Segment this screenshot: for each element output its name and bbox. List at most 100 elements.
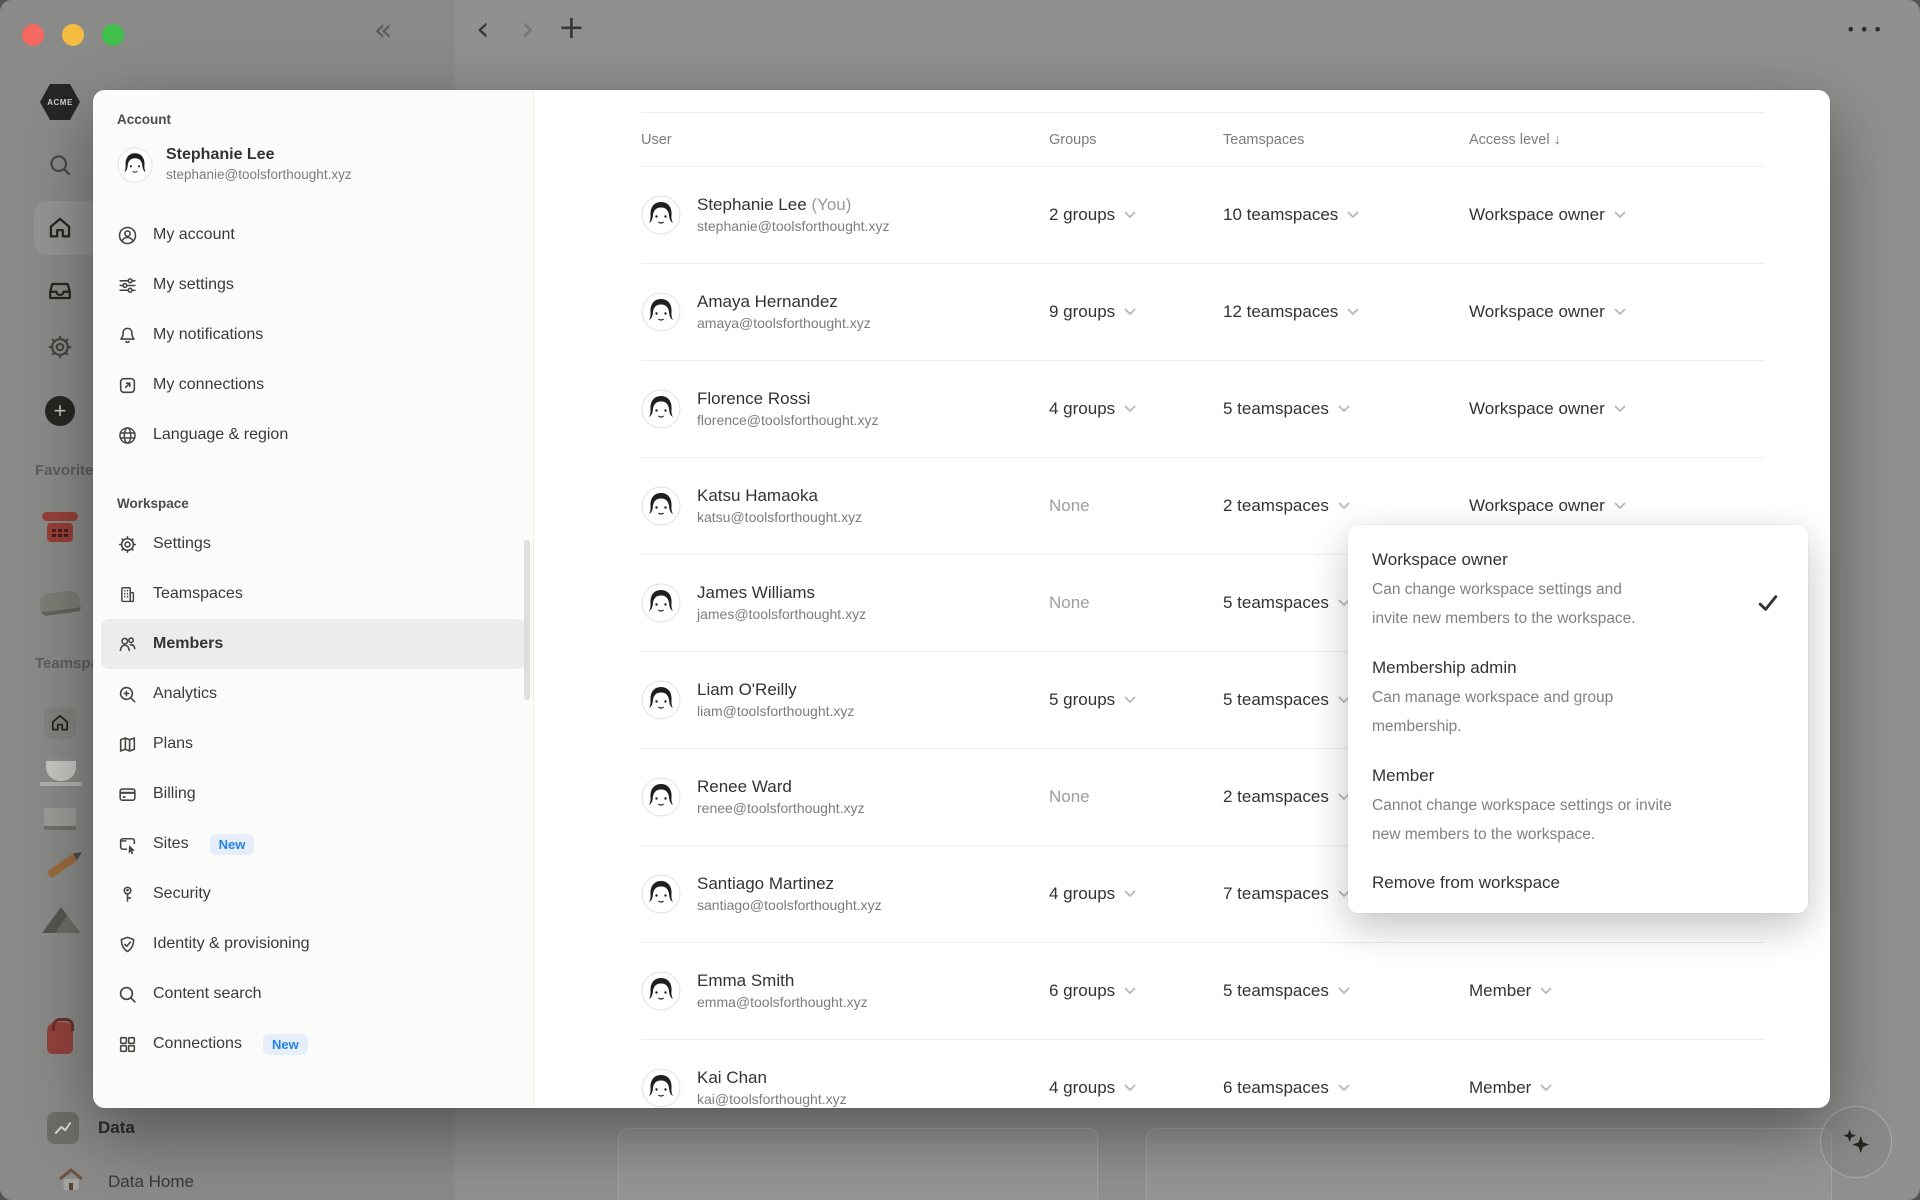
teamspaces-dropdown[interactable]: 12 teamspaces xyxy=(1223,302,1359,322)
backpack-emoji-icon[interactable] xyxy=(47,1018,74,1054)
avatar xyxy=(117,147,153,183)
access-level-dropdown[interactable]: Workspace owner xyxy=(1469,302,1626,322)
nav-item-security[interactable]: Security xyxy=(101,869,525,919)
home-icon[interactable] xyxy=(46,214,74,242)
nav-item-sites[interactable]: Sites New xyxy=(101,819,525,869)
ai-sparkle-button[interactable] xyxy=(1820,1106,1892,1178)
arrow-out-box-icon xyxy=(117,375,138,396)
teamspaces-dropdown[interactable]: 10 teamspaces xyxy=(1223,205,1359,225)
member-you-suffix: (You) xyxy=(811,194,852,214)
menu-option-membership-admin[interactable]: Membership admin Can manage workspace an… xyxy=(1348,641,1808,749)
data-home-icon[interactable] xyxy=(58,1168,84,1192)
table-header: User Groups Teamspaces Access level ↓ xyxy=(641,113,1764,167)
member-email: santiago@toolsforthought.xyz xyxy=(697,896,882,913)
back-icon[interactable]: ‹ xyxy=(476,12,490,46)
more-menu-icon[interactable]: ••• xyxy=(1846,22,1886,38)
nav-item-billing[interactable]: Billing xyxy=(101,769,525,819)
teamspaces-dropdown[interactable]: 5 teamspaces xyxy=(1223,981,1350,1001)
nav-item-plans[interactable]: Plans xyxy=(101,719,525,769)
teamspaces-dropdown[interactable]: 6 teamspaces xyxy=(1223,1078,1350,1098)
menu-option-member[interactable]: Member Cannot change workspace settings … xyxy=(1348,749,1808,857)
teamspaces-dropdown[interactable]: 5 teamspaces xyxy=(1223,690,1350,710)
groups-dropdown[interactable]: 4 groups xyxy=(1049,399,1136,419)
member-email: renee@toolsforthought.xyz xyxy=(697,799,865,816)
chevron-down-icon xyxy=(1124,890,1136,898)
teamspace-home-icon[interactable] xyxy=(44,707,76,739)
member-row: Amaya Hernandez amaya@toolsforthought.xy… xyxy=(641,264,1764,361)
chevron-down-icon xyxy=(1338,405,1350,413)
nav-item-connections[interactable]: Connections New xyxy=(101,1019,525,1069)
new-page-plus-icon[interactable]: + xyxy=(45,396,75,426)
member-email: katsu@toolsforthought.xyz xyxy=(697,508,863,525)
shield-check-icon xyxy=(117,934,138,955)
access-level-dropdown[interactable]: Member xyxy=(1469,981,1552,1001)
laptop-emoji-icon[interactable] xyxy=(44,808,76,830)
nav-item-analytics[interactable]: Analytics xyxy=(101,669,525,719)
groups-dropdown[interactable]: 4 groups xyxy=(1049,1078,1136,1098)
account-profile[interactable]: Stephanie Lee stephanie@toolsforthought.… xyxy=(101,141,525,188)
member-name: Kai Chan xyxy=(697,1067,767,1087)
search-icon[interactable] xyxy=(47,152,73,178)
nav-item-members[interactable]: Members xyxy=(101,619,525,670)
nav-item-my-connections[interactable]: My connections xyxy=(101,360,525,410)
groups-dropdown[interactable]: 4 groups xyxy=(1049,884,1136,904)
data-section-icon[interactable] xyxy=(47,1112,79,1144)
background-card xyxy=(618,1128,1098,1200)
nav-item-my-settings[interactable]: My settings xyxy=(101,260,525,310)
chevron-down-icon xyxy=(1347,308,1359,316)
window-minimize-button[interactable] xyxy=(62,24,84,46)
map-icon xyxy=(117,734,138,755)
avatar xyxy=(641,680,681,720)
new-tab-icon[interactable]: + xyxy=(558,11,585,43)
nav-item-teamspaces[interactable]: Teamspaces xyxy=(101,569,525,619)
settings-gear-icon[interactable] xyxy=(46,333,74,361)
chevron-down-icon xyxy=(1347,211,1359,219)
sidebar-section-data[interactable]: Data xyxy=(98,1118,135,1138)
teamspaces-dropdown[interactable]: 2 teamspaces xyxy=(1223,787,1350,807)
member-email: stephanie@toolsforthought.xyz xyxy=(697,217,890,234)
nav-item-language-region[interactable]: Language & region xyxy=(101,410,525,460)
nav-item-settings[interactable]: Settings xyxy=(101,519,525,569)
phone-emoji-icon[interactable] xyxy=(42,512,78,544)
account-section-header: Account xyxy=(117,112,171,127)
nav-item-identity-provisioning[interactable]: Identity & provisioning xyxy=(101,919,525,969)
access-level-dropdown[interactable]: Member xyxy=(1469,1078,1552,1098)
chevron-down-icon xyxy=(1614,211,1626,219)
groups-dropdown[interactable]: 6 groups xyxy=(1049,981,1136,1001)
column-groups: Groups xyxy=(1049,131,1097,148)
nav-item-my-account[interactable]: My account xyxy=(101,210,525,260)
mountain-emoji-icon[interactable] xyxy=(42,907,80,933)
nav-item-content-search[interactable]: Content search xyxy=(101,969,525,1019)
teamspaces-dropdown[interactable]: 2 teamspaces xyxy=(1223,496,1350,516)
gear-icon xyxy=(117,534,138,555)
groups-dropdown[interactable]: 2 groups xyxy=(1049,205,1136,225)
avatar xyxy=(641,486,681,526)
chevron-down-icon xyxy=(1338,502,1350,510)
teamspaces-dropdown[interactable]: 5 teamspaces xyxy=(1223,593,1350,613)
inbox-icon[interactable] xyxy=(46,277,74,305)
sort-descending-icon: ↓ xyxy=(1553,131,1561,148)
sidebar-scrollbar[interactable] xyxy=(524,540,530,700)
bell-icon xyxy=(117,325,138,346)
groups-dropdown[interactable]: 9 groups xyxy=(1049,302,1136,322)
member-name: Santiago Martinez xyxy=(697,873,835,893)
chevron-down-icon xyxy=(1124,987,1136,995)
chevron-down-icon xyxy=(1124,308,1136,316)
teamspaces-dropdown[interactable]: 7 teamspaces xyxy=(1223,884,1350,904)
access-level-dropdown[interactable]: Workspace owner xyxy=(1469,205,1626,225)
member-row: Emma Smith emma@toolsforthought.xyz 6 gr… xyxy=(641,943,1764,1040)
sidebar-item-data-home[interactable]: Data Home xyxy=(108,1172,194,1192)
menu-option-remove-from-workspace[interactable]: Remove from workspace xyxy=(1348,857,1808,903)
column-access-level[interactable]: Access level ↓ xyxy=(1469,132,1764,148)
window-zoom-button[interactable] xyxy=(102,24,124,46)
avatar xyxy=(641,583,681,623)
teamspaces-dropdown[interactable]: 5 teamspaces xyxy=(1223,399,1350,419)
groups-dropdown[interactable]: 5 groups xyxy=(1049,690,1136,710)
window-close-button[interactable] xyxy=(22,24,44,46)
menu-option-workspace-owner[interactable]: Workspace owner Can change workspace set… xyxy=(1348,533,1808,641)
access-level-dropdown[interactable]: Workspace owner xyxy=(1469,496,1626,516)
forward-icon[interactable]: › xyxy=(521,12,535,46)
sidebar-collapse-icon[interactable]: « xyxy=(374,16,392,46)
access-level-dropdown[interactable]: Workspace owner xyxy=(1469,399,1626,419)
nav-item-my-notifications[interactable]: My notifications xyxy=(101,310,525,360)
